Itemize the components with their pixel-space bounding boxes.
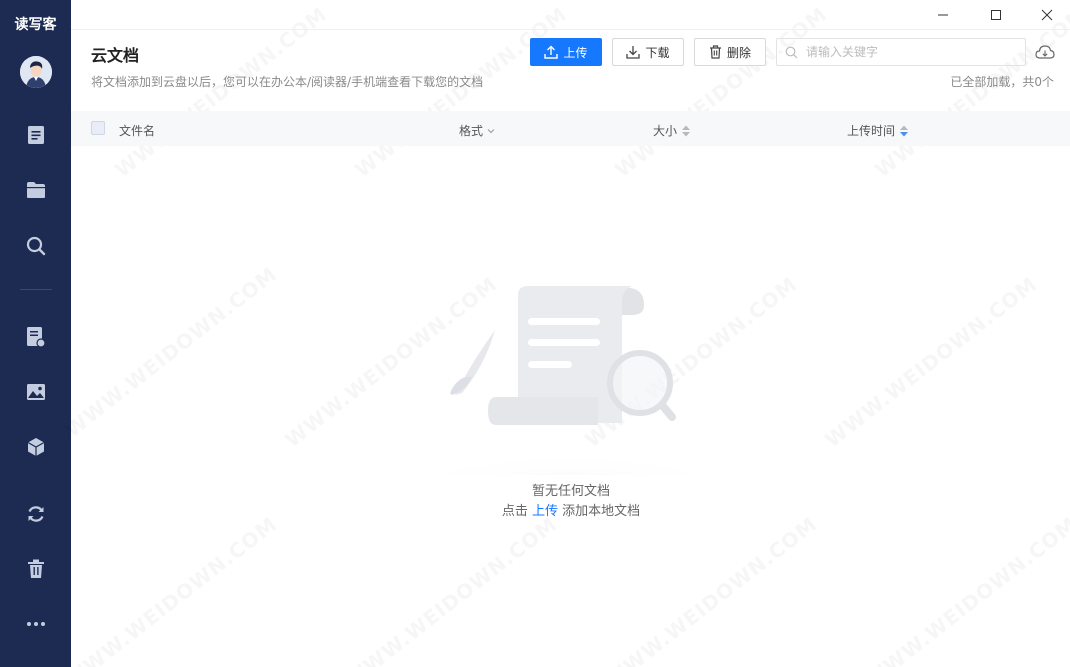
- maximize-icon: [991, 10, 1001, 20]
- download-label: 下载: [645, 45, 670, 60]
- watermark: WWW.WEIDOWN.COM: [60, 512, 281, 667]
- search-box: [776, 38, 1026, 66]
- download-button[interactable]: 下载: [612, 38, 684, 66]
- watermark: WWW.WEIDOWN.COM: [600, 512, 821, 667]
- watermark: WWW.WEIDOWN.COM: [820, 272, 1041, 452]
- download-icon: [626, 46, 641, 59]
- watermark: WWW.WEIDOWN.COM: [860, 512, 1070, 667]
- upload-button[interactable]: 上传: [530, 38, 602, 66]
- close-button[interactable]: [1036, 4, 1058, 26]
- watermark: WWW.WEIDOWN.COM: [60, 262, 281, 442]
- delete-button[interactable]: 删除: [694, 38, 766, 66]
- column-header-size[interactable]: 大小: [653, 122, 691, 139]
- loaded-status: 已全部加载，共0个: [950, 75, 1054, 89]
- column-header-label: 大小: [653, 124, 678, 138]
- titlebar-divider: [71, 29, 1070, 30]
- close-icon: [1041, 9, 1053, 21]
- column-header-label: 格式: [459, 124, 484, 138]
- minimize-button[interactable]: [932, 4, 954, 26]
- note-icon[interactable]: [21, 322, 51, 352]
- search-icon[interactable]: [21, 231, 51, 261]
- sidebar-divider: [20, 289, 52, 290]
- chevron-down-icon: [487, 128, 495, 133]
- column-header-name: 文件名: [119, 122, 155, 139]
- page-title: 云文档: [91, 46, 140, 65]
- empty-hint-suffix: 添加本地文档: [562, 504, 641, 519]
- sidebar: 读写客: [0, 0, 71, 667]
- delete-icon: [709, 45, 721, 59]
- column-header-format[interactable]: 格式: [459, 122, 495, 139]
- search-input[interactable]: [806, 45, 1006, 59]
- folder-icon[interactable]: [21, 175, 51, 205]
- column-header-upload-time[interactable]: 上传时间: [847, 122, 909, 139]
- table-header: 文件名 格式 大小 上传时间: [71, 111, 1070, 146]
- empty-illustration: [400, 275, 740, 505]
- app-logo: 读写客: [14, 17, 57, 33]
- more-icon[interactable]: [21, 609, 51, 639]
- column-header-label: 上传时间: [847, 124, 896, 138]
- delete-label: 删除: [726, 45, 751, 60]
- watermark: WWW.WEIDOWN.COM: [340, 512, 561, 667]
- cube-icon[interactable]: [21, 432, 51, 462]
- cloud-icon: [1035, 45, 1055, 59]
- image-icon[interactable]: [21, 377, 51, 407]
- empty-document-icon: [400, 286, 740, 505]
- minimize-icon: [938, 14, 948, 16]
- maximize-button[interactable]: [985, 4, 1007, 26]
- cloud-sync-button[interactable]: [1034, 42, 1056, 62]
- sort-icon: [682, 125, 691, 136]
- empty-state-hint: 点击 上传 添加本地文档: [0, 500, 1070, 519]
- document-icon[interactable]: [21, 120, 51, 150]
- empty-state-title: 暂无任何文档: [531, 484, 610, 499]
- avatar[interactable]: [20, 56, 52, 88]
- select-all-checkbox[interactable]: [91, 121, 105, 135]
- sort-desc-icon: [900, 125, 909, 136]
- search-icon: [785, 46, 798, 58]
- column-header-label: 文件名: [119, 124, 156, 138]
- page-subtitle: 将文档添加到云盘以后，您可以在办公本/阅读器/手机端查看下载您的文档: [91, 75, 484, 89]
- empty-hint-prefix: 点击: [501, 504, 528, 519]
- empty-upload-link[interactable]: 上传: [532, 504, 558, 519]
- upload-icon: [544, 45, 559, 59]
- upload-label: 上传: [563, 45, 588, 60]
- trash-icon[interactable]: [21, 554, 51, 584]
